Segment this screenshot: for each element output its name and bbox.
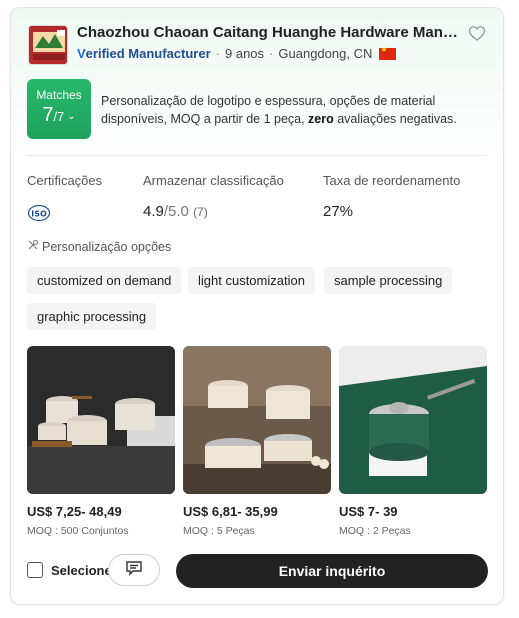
separator-dot: · (215, 46, 220, 61)
matches-label: Matches (36, 88, 82, 102)
separator-dot: · (269, 46, 274, 61)
product-moq: MOQ : 5 Peças (183, 525, 255, 537)
product-item[interactable]: US$ 7,25- 48,49 MOQ : 500 Conjuntos (27, 346, 175, 537)
favorite-heart-icon[interactable] (467, 23, 487, 43)
rating-value-group[interactable]: 4.9/5.0 (7) (143, 203, 208, 220)
reorder-label: Taxa de reordenamento (323, 173, 461, 188)
rating-label: Armazenar classificação (143, 173, 284, 188)
summary-text-end: avaliações negativas. (333, 112, 457, 126)
chat-icon (125, 560, 143, 581)
rating-count: (7) (193, 205, 208, 219)
send-inquiry-button[interactable]: Enviar inquérito (176, 554, 488, 588)
product-item[interactable]: US$ 7- 39 MOQ : 2 Peças (339, 346, 487, 537)
verified-label: erified Manufacturer (85, 46, 211, 61)
select-supplier[interactable]: Selecione (27, 562, 112, 578)
svg-text:ISO: ISO (31, 210, 47, 219)
customization-tag[interactable]: sample processing (324, 267, 453, 294)
chat-button[interactable] (108, 554, 160, 586)
matches-badge[interactable]: Matches 7/7 ⌄ (27, 79, 91, 139)
customization-tag[interactable]: customized on demand (27, 267, 182, 294)
matches-score-total: /7 (53, 109, 65, 124)
verified-check-icon: V (77, 46, 86, 61)
supplier-summary: Personalização de logotipo e espessura, … (101, 92, 481, 128)
select-label: Selecione (51, 562, 112, 578)
customization-title-text: Personalização opções (42, 239, 172, 254)
reorder-value: 27% (323, 203, 354, 220)
chevron-down-icon: ⌄ (67, 111, 76, 123)
supplier-logo[interactable] (28, 25, 68, 65)
iso-icon[interactable]: ISO (27, 204, 51, 222)
matches-score-value: 7 (42, 104, 54, 126)
supplier-card: Chaozhou Chaoan Caitang Huanghe Hardware… (10, 7, 504, 605)
customization-tag[interactable]: graphic processing (27, 303, 157, 330)
customization-tag[interactable]: light customization (188, 267, 315, 294)
customization-tool-icon (27, 239, 39, 254)
rating-max: /5.0 (163, 203, 189, 220)
matches-score: 7/7 (42, 104, 64, 127)
flag-cn-icon (379, 45, 397, 60)
product-price: US$ 6,81- 35,99 (183, 504, 278, 519)
certifications-label: Certificações (27, 173, 103, 188)
product-image[interactable] (183, 346, 331, 494)
supplier-location: Guangdong, CN (278, 46, 373, 61)
product-item[interactable]: US$ 6,81- 35,99 MOQ : 5 Peças (183, 346, 331, 537)
verified-manufacturer-badge[interactable]: Verified Manufacturer (77, 46, 211, 61)
customization-title: Personalização opções (27, 239, 171, 254)
summary-bold: zero (308, 112, 334, 126)
product-image[interactable] (339, 346, 487, 494)
supplier-years: 9 anos (225, 46, 265, 61)
product-moq: MOQ : 500 Conjuntos (27, 525, 129, 537)
supplier-meta: Verified Manufacturer · 9 anos · Guangdo… (77, 45, 397, 61)
product-price: US$ 7,25- 48,49 (27, 504, 122, 519)
rating-value: 4.9 (143, 203, 164, 220)
product-image[interactable] (27, 346, 175, 494)
supplier-name[interactable]: Chaozhou Chaoan Caitang Huanghe Hardware… (77, 24, 467, 41)
select-checkbox[interactable] (27, 562, 43, 578)
product-price: US$ 7- 39 (339, 504, 398, 519)
product-moq: MOQ : 2 Peças (339, 525, 411, 537)
divider (27, 155, 487, 156)
